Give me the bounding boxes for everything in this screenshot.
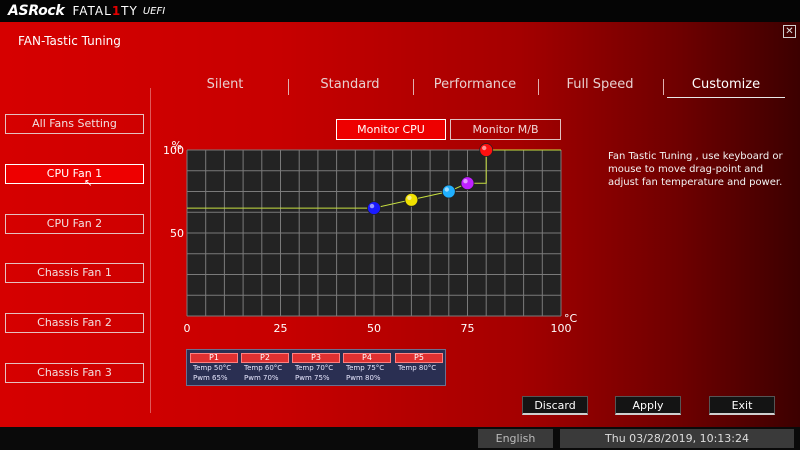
point-card-p2[interactable]: P2 Temp 60°C Pwm 70% <box>241 353 289 384</box>
uefi-logo: UEFI <box>142 5 166 17</box>
tab-silent[interactable]: Silent <box>165 74 285 98</box>
tab-customize[interactable]: Customize <box>667 74 785 98</box>
x-tick-label: 50 <box>367 322 381 335</box>
profile-tabs: Silent Standard Performance Full Speed C… <box>165 74 790 98</box>
point-card-p5[interactable]: P5 Temp 80°C <box>395 353 443 384</box>
status-bar: English Thu 03/28/2019, 10:13:24 <box>0 427 800 450</box>
point-pwm: Pwm 75% <box>295 374 330 382</box>
monitor-mb-button[interactable]: Monitor M/B <box>450 119 561 140</box>
drag-point-p3[interactable] <box>441 184 456 199</box>
tab-full-speed[interactable]: Full Speed <box>540 74 660 98</box>
exit-button[interactable]: Exit <box>709 396 775 415</box>
x-tick-label: 0 <box>184 322 191 335</box>
fan-curve-svg[interactable]: 0 25 50 75 10050100%°C <box>160 138 590 343</box>
drag-point-dot[interactable] <box>460 176 475 191</box>
drag-point-p4[interactable] <box>460 176 475 191</box>
point-name: P3 <box>292 353 340 363</box>
point-pwm: Pwm 65% <box>193 374 228 382</box>
help-text: Fan Tastic Tuning , use keyboard or mous… <box>608 151 783 188</box>
sidebar-item-chassis-fan-1[interactable]: Chassis Fan 1 <box>5 263 144 283</box>
point-temp: Temp 75°C <box>346 364 385 372</box>
mouse-cursor-icon: ↖ <box>84 178 93 189</box>
x-unit-label: °C <box>564 312 578 325</box>
drag-point-p1[interactable] <box>367 201 381 215</box>
y-unit-label: % <box>172 139 182 152</box>
drag-point-dot[interactable] <box>479 143 494 157</box>
point-temp: Temp 70°C <box>295 364 334 372</box>
apply-button[interactable]: Apply <box>615 396 681 415</box>
datetime-display: Thu 03/28/2019, 10:13:24 <box>560 429 794 448</box>
point-card-p3[interactable]: P3 Temp 70°C Pwm 75% <box>292 353 340 384</box>
fan-tuning-panel: FAN-Tastic Tuning ✕ Silent Standard Perf… <box>0 22 800 427</box>
point-name: P5 <box>395 353 443 363</box>
tab-divider <box>663 79 664 95</box>
point-name: P2 <box>241 353 289 363</box>
point-table: P1 Temp 50°C Pwm 65% P2 Temp 60°C Pwm 70… <box>186 349 446 386</box>
fatality-logo: FATAL1TY <box>72 4 138 18</box>
drag-point-highlight <box>369 203 375 209</box>
tab-divider <box>413 79 414 95</box>
tab-divider <box>538 79 539 95</box>
discard-button[interactable]: Discard <box>522 396 588 415</box>
drag-point-highlight <box>407 195 412 200</box>
point-pwm: Pwm 70% <box>244 374 279 382</box>
sidebar-item-cpu-fan-1[interactable]: CPU Fan 1 <box>5 164 144 184</box>
drag-point-dot[interactable] <box>441 184 456 199</box>
sidebar-item-cpu-fan-2[interactable]: CPU Fan 2 <box>5 214 144 234</box>
sidebar-divider <box>150 88 151 413</box>
point-name: P1 <box>190 353 238 363</box>
drag-point-highlight <box>482 145 487 151</box>
point-name: P4 <box>343 353 391 363</box>
drag-point-highlight <box>444 187 449 192</box>
point-card-p1[interactable]: P1 Temp 50°C Pwm 65% <box>190 353 238 384</box>
drag-point-dot[interactable] <box>367 201 381 215</box>
page-title: FAN-Tastic Tuning <box>18 34 121 48</box>
x-tick-label: 75 <box>461 322 475 335</box>
y-tick-label: 50 <box>170 227 184 240</box>
tab-standard[interactable]: Standard <box>290 74 410 98</box>
drag-point-dot[interactable] <box>404 192 419 207</box>
drag-point-highlight <box>463 179 468 184</box>
point-temp: Temp 50°C <box>193 364 232 372</box>
fan-curve-chart[interactable]: 0 25 50 75 100 50 100% °C <box>160 138 590 343</box>
tab-performance[interactable]: Performance <box>415 74 535 98</box>
point-pwm: Pwm 80% <box>346 374 381 382</box>
sidebar-item-chassis-fan-2[interactable]: Chassis Fan 2 <box>5 313 144 333</box>
point-temp: Temp 80°C <box>398 364 437 372</box>
sidebar-item-chassis-fan-3[interactable]: Chassis Fan 3 <box>5 363 144 383</box>
tab-divider <box>288 79 289 95</box>
brand-bar: ASRock FATAL1TY UEFI <box>0 0 800 22</box>
drag-point-p2[interactable] <box>404 192 419 207</box>
x-tick-label: 25 <box>274 322 288 335</box>
point-temp: Temp 60°C <box>244 364 283 372</box>
drag-point-p5[interactable] <box>479 143 494 157</box>
close-icon[interactable]: ✕ <box>783 25 796 38</box>
asrock-logo: ASRock <box>8 3 65 19</box>
language-button[interactable]: English <box>478 429 553 448</box>
monitor-cpu-button[interactable]: Monitor CPU <box>336 119 446 140</box>
sidebar-item-all-fans-setting[interactable]: All Fans Setting <box>5 114 144 134</box>
point-card-p4[interactable]: P4 Temp 75°C Pwm 80% <box>343 353 391 384</box>
